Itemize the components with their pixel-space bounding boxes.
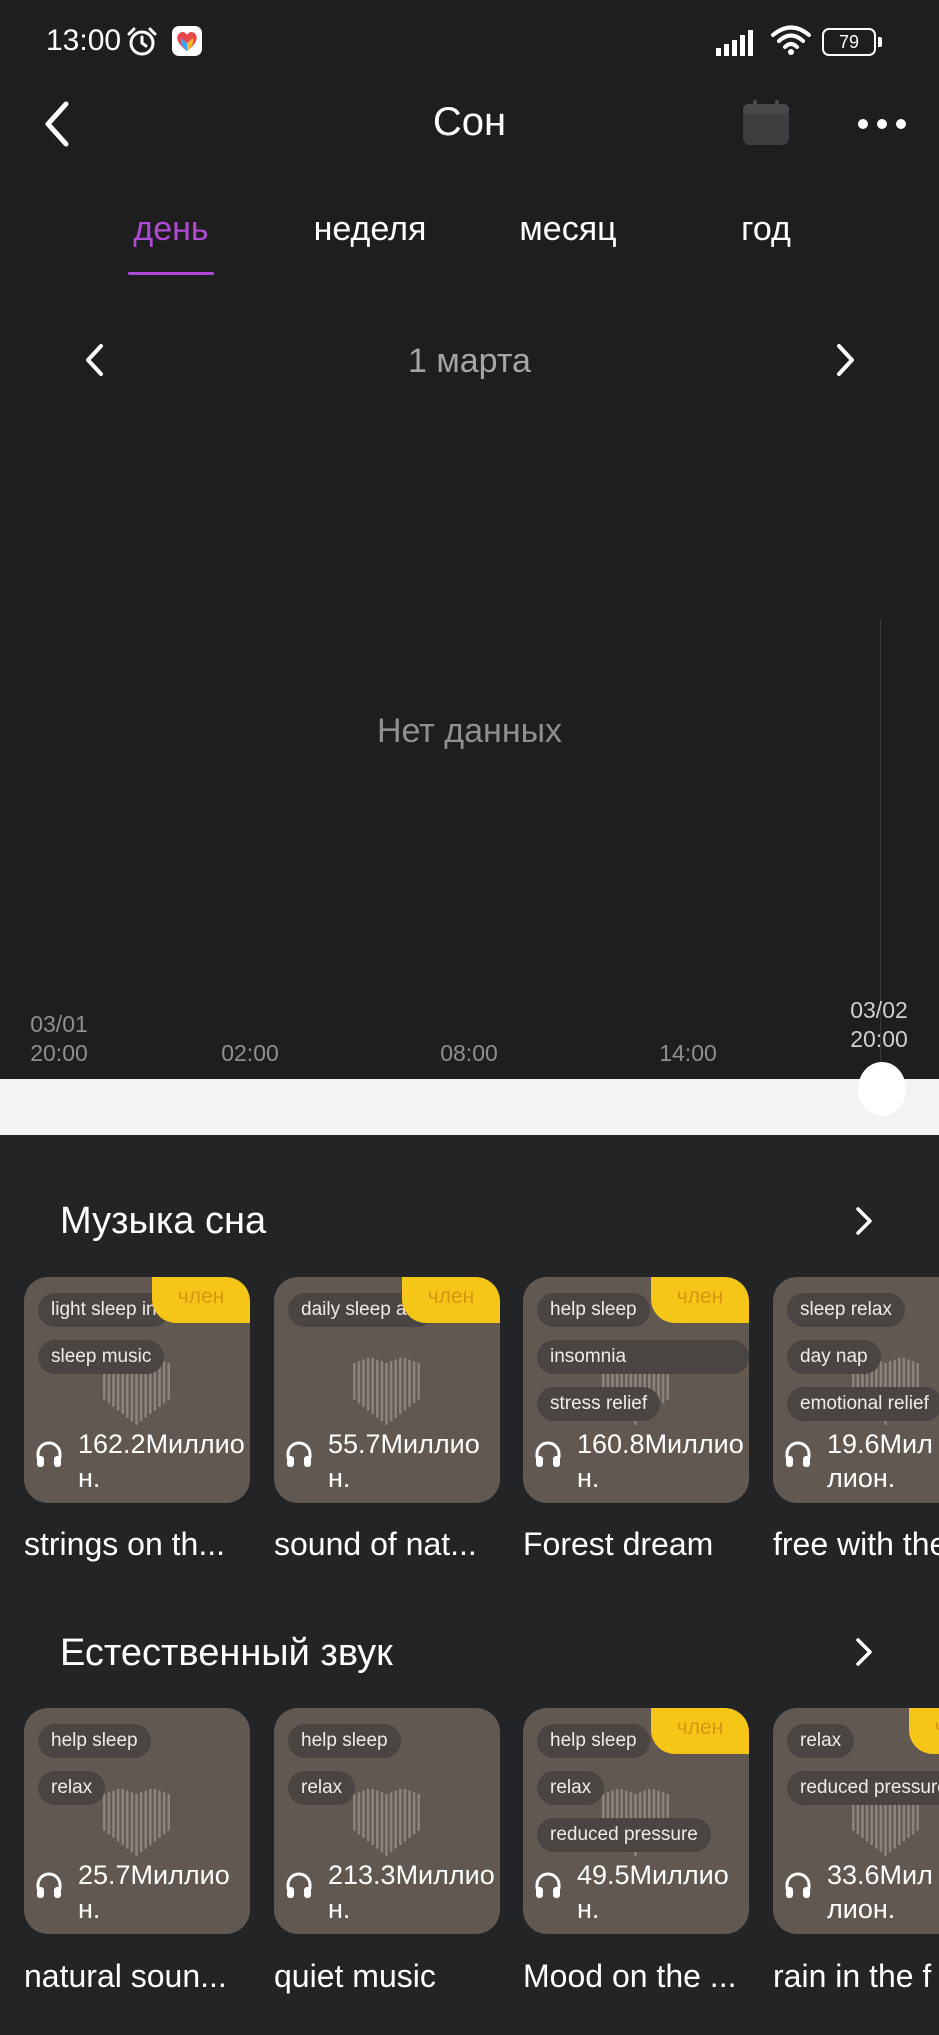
play-count: 19.6Миллион.: [827, 1429, 933, 1493]
tag: help sleep: [288, 1724, 401, 1758]
x-axis-tick: 03/02 20:00: [850, 997, 908, 1052]
card-title[interactable]: Forest dream: [523, 1526, 749, 1563]
chevron-right-icon[interactable]: [852, 1632, 876, 1672]
music-card[interactable]: help sleep relax 25.7Миллион.: [24, 1708, 250, 1934]
tag: relax: [787, 1724, 855, 1758]
card-title[interactable]: sound of nat...: [274, 1526, 500, 1563]
health-app-icon: [172, 26, 202, 56]
x-axis-tick: 02:00: [221, 1040, 279, 1066]
sound-wave-heart-icon: [353, 1788, 420, 1856]
timeline-slider-track[interactable]: [0, 1079, 939, 1135]
music-card[interactable]: sleep relax day nap emotional relief 19.…: [773, 1277, 939, 1503]
music-card[interactable]: help sleep relax 213.3Миллион.: [274, 1708, 500, 1934]
headphones-icon: [286, 1441, 312, 1467]
page-title: Сон: [432, 100, 507, 144]
play-count: 49.5Миллион.: [577, 1860, 729, 1924]
status-bar: 13:00 79: [0, 0, 939, 84]
music-card[interactable]: help sleep relax reduced pressure член 4…: [523, 1708, 749, 1934]
headphones-icon: [535, 1872, 561, 1898]
alarm-clock-icon: [127, 27, 157, 56]
tag: insomnia: [537, 1340, 749, 1374]
cellular-signal-icon: [716, 30, 753, 56]
music-card[interactable]: light sleep in sleep music член 162.2Мил…: [24, 1277, 250, 1503]
next-date-button[interactable]: [830, 338, 860, 382]
x-axis-tick: 03/01 20:00: [30, 1011, 88, 1066]
card-title[interactable]: free with the: [773, 1526, 939, 1563]
music-card[interactable]: relax reduced pressure член 33.6Миллион.: [773, 1708, 939, 1934]
tag: emotional relief: [787, 1387, 939, 1421]
tag: reduced pressure: [787, 1771, 939, 1805]
tab-day[interactable]: день: [128, 210, 214, 249]
tag: relax: [537, 1771, 605, 1805]
tag: help sleep: [38, 1724, 151, 1758]
status-time: 13:00: [46, 24, 122, 57]
tag: help sleep: [537, 1293, 650, 1327]
member-badge: член: [402, 1277, 500, 1323]
x-axis-tick: 14:00: [659, 1040, 717, 1066]
calendar-icon[interactable]: [740, 98, 792, 148]
battery-level: 79: [838, 32, 860, 52]
tab-month[interactable]: месяц: [506, 210, 630, 249]
card-title[interactable]: rain in the f: [773, 1958, 939, 1995]
play-count: 162.2Миллион.: [78, 1429, 245, 1493]
section-title-sleep-music: Музыка сна: [60, 1200, 267, 1242]
tab-year[interactable]: год: [730, 210, 802, 249]
member-badge: член: [909, 1708, 939, 1754]
play-count: 55.7Миллион.: [328, 1429, 480, 1493]
headphones-icon: [286, 1872, 312, 1898]
more-options-button[interactable]: [856, 112, 908, 136]
date-label: 1 марта: [408, 342, 531, 380]
music-card[interactable]: help sleep insomnia stress relief член 1…: [523, 1277, 749, 1503]
card-title[interactable]: Mood on the ...: [523, 1958, 749, 1995]
play-count: 160.8Миллион.: [577, 1429, 744, 1493]
member-badge: член: [152, 1277, 250, 1323]
wifi-icon: [771, 25, 811, 55]
headphones-icon: [785, 1441, 811, 1467]
sound-wave-heart-icon: [353, 1357, 420, 1425]
headphones-icon: [535, 1441, 561, 1467]
tag: sleep relax: [787, 1293, 905, 1327]
headphones-icon: [785, 1872, 811, 1898]
tag: light sleep in: [38, 1293, 170, 1327]
x-axis-tick: 08:00: [440, 1040, 498, 1066]
tag: help sleep: [537, 1724, 650, 1758]
play-count: 33.6Миллион.: [827, 1860, 933, 1924]
tag: sleep music: [38, 1340, 165, 1374]
member-badge: член: [651, 1708, 749, 1754]
tag: reduced pressure: [537, 1818, 711, 1852]
timeline-slider-handle[interactable]: [858, 1062, 906, 1116]
music-card[interactable]: daily sleep aid член 55.7Миллион.: [274, 1277, 500, 1503]
tag: stress relief: [537, 1387, 661, 1421]
card-title[interactable]: natural soun...: [24, 1958, 250, 1995]
tag: day nap: [787, 1340, 881, 1374]
section-title-natural-sound: Естественный звук: [60, 1632, 393, 1674]
battery-icon: 79: [822, 28, 882, 56]
card-title[interactable]: strings on th...: [24, 1526, 250, 1563]
play-count: 25.7Миллион.: [78, 1860, 230, 1924]
no-data-message: Нет данных: [376, 712, 563, 750]
chevron-right-icon[interactable]: [852, 1201, 876, 1241]
sound-wave-heart-icon: [103, 1788, 170, 1856]
tag: relax: [38, 1771, 106, 1805]
member-badge: член: [651, 1277, 749, 1323]
headphones-icon: [36, 1441, 62, 1467]
active-tab-indicator: [128, 272, 214, 275]
play-count: 213.3Миллион.: [328, 1860, 495, 1924]
tag: relax: [288, 1771, 356, 1805]
card-title[interactable]: quiet music: [274, 1958, 500, 1995]
headphones-icon: [36, 1872, 62, 1898]
tab-week[interactable]: неделя: [300, 210, 440, 249]
